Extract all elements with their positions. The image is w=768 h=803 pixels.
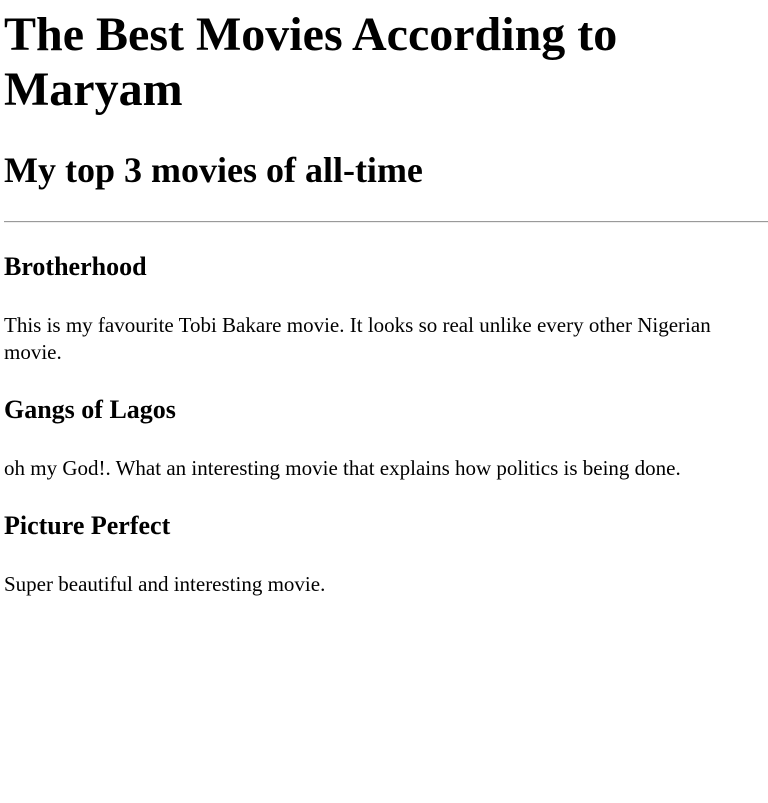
page-title: The Best Movies According to Maryam [4,8,618,116]
movie-description: This is my favourite Tobi Bakare movie. … [4,313,711,364]
movie-item-brotherhood: Brotherhood This is my favourite Tobi Ba… [4,252,768,366]
movie-title: Picture Perfect [4,511,171,540]
movie-description: Super beautiful and interesting movie. [4,572,326,596]
movie-title: Gangs of Lagos [4,395,176,424]
movie-description: oh my God!. What an interesting movie th… [4,456,681,480]
divider [4,221,768,223]
movie-item-gangs-of-lagos: Gangs of Lagos oh my God!. What an inter… [4,395,768,482]
movie-item-picture-perfect: Picture Perfect Super beautiful and inte… [4,511,768,598]
movie-title: Brotherhood [4,252,147,281]
page-subtitle: My top 3 movies of all-time [4,150,423,190]
movie-list: Brotherhood This is my favourite Tobi Ba… [4,252,768,598]
page: The Best Movies According to Maryam My t… [0,7,768,598]
